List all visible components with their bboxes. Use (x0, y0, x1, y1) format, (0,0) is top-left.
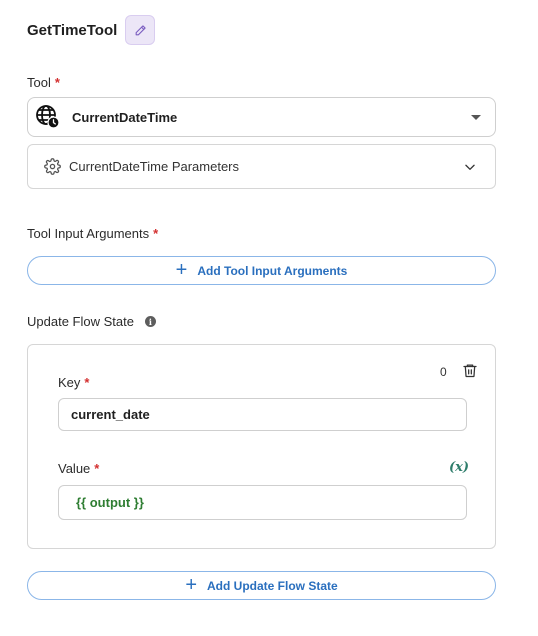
tool-label-text: Tool (27, 75, 51, 90)
required-mark: * (54, 75, 60, 90)
info-icon[interactable]: i (144, 316, 156, 327)
add-flow-state-label: Add Update Flow State (207, 578, 338, 593)
tool-input-label-text: Tool Input Arguments (27, 226, 150, 241)
add-tool-input-label: Add Tool Input Arguments (197, 263, 348, 278)
tool-select-value: CurrentDateTime (72, 109, 178, 125)
add-flow-state-button[interactable]: + Add Update Flow State (27, 571, 496, 600)
required-mark: * (84, 375, 90, 390)
tool-select[interactable]: CurrentDateTime (27, 97, 496, 137)
dropdown-caret-icon (471, 115, 481, 120)
plus-icon: + (175, 258, 188, 281)
flow-state-index: 0 (440, 365, 447, 379)
variable-button[interactable]: (x) (449, 460, 469, 475)
add-tool-input-button[interactable]: + Add Tool Input Arguments (27, 256, 496, 285)
tool-params-label: CurrentDateTime Parameters (69, 159, 240, 174)
value-label-text: Value (58, 461, 91, 476)
key-input[interactable]: current_date (58, 398, 467, 431)
globe-clock-icon (34, 103, 62, 131)
chevron-down-icon (465, 164, 475, 170)
trash-icon[interactable] (462, 362, 478, 379)
required-mark: * (94, 461, 100, 476)
flow-state-label: Update Flow State i (27, 314, 156, 329)
plus-icon: + (185, 573, 197, 596)
tool-input-label: Tool Input Arguments * (27, 226, 158, 241)
node-title: GetTimeTool (27, 21, 118, 39)
tool-params-accordion[interactable]: CurrentDateTime Parameters (27, 144, 496, 189)
required-mark: * (153, 226, 159, 241)
edit-title-button[interactable] (125, 15, 156, 45)
node-header: GetTimeTool (27, 14, 156, 46)
value-label: Value * (58, 461, 99, 476)
flow-state-item: 0 Key * current_date Value * (x) {{ outp… (27, 344, 496, 549)
key-label-text: Key (58, 375, 81, 390)
value-input[interactable]: {{ output }} (58, 485, 467, 520)
key-label: Key * (58, 375, 89, 390)
flow-state-label-text: Update Flow State (27, 314, 134, 329)
tool-label: Tool * (27, 75, 60, 90)
gear-icon (44, 158, 61, 175)
pencil-icon (135, 24, 146, 35)
